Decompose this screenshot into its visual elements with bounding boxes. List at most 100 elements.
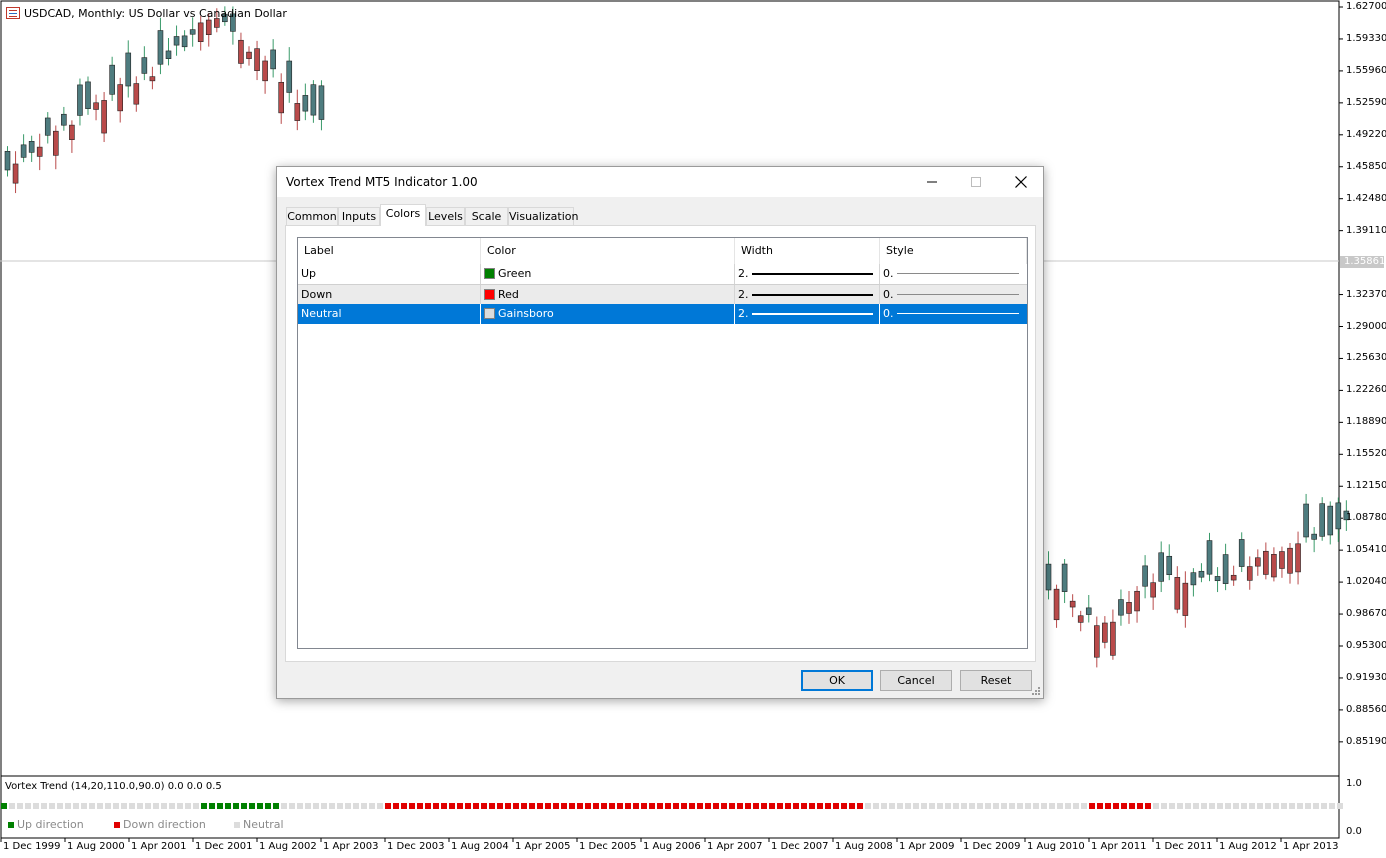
dialog-titlebar[interactable]: Vortex Trend MT5 Indicator 1.00 — [277, 167, 1043, 197]
candle-body — [181, 35, 188, 48]
candle-body — [1311, 533, 1317, 540]
trend-segment — [1329, 803, 1335, 809]
column-header-color[interactable]: Color — [481, 238, 735, 264]
candle-body — [1085, 607, 1092, 615]
trend-segment — [217, 803, 223, 809]
trend-segment — [929, 803, 935, 809]
trend-segment — [1009, 803, 1015, 809]
date-tick-label: 1 Aug 2012 — [1219, 841, 1277, 852]
style-line-preview — [897, 313, 1019, 314]
trend-segment — [313, 803, 319, 809]
date-tick-label: 1 Dec 1999 — [3, 841, 61, 852]
tab-inputs[interactable]: Inputs — [338, 207, 380, 225]
candle-body — [1230, 574, 1237, 581]
price-tick-label: 1.49220 — [1346, 128, 1386, 140]
trend-segment — [337, 803, 343, 809]
price-tick-label: 1.12150 — [1346, 480, 1386, 492]
row-width-cell[interactable]: 2. — [735, 304, 880, 324]
legend-neutral-swatch — [234, 822, 240, 828]
trend-segment — [185, 803, 191, 809]
trend-segment — [1273, 803, 1279, 809]
style-line-preview — [897, 294, 1019, 295]
candle-body — [1045, 563, 1052, 591]
trend-segment — [977, 803, 983, 809]
candle-body — [318, 85, 325, 120]
trend-segment — [497, 803, 503, 809]
minimize-icon — [927, 181, 937, 183]
row-style-cell[interactable]: 0. — [880, 304, 1027, 324]
tab-scale[interactable]: Scale — [465, 207, 508, 225]
tab-levels[interactable]: Levels — [426, 207, 465, 225]
row-color-cell[interactable]: Gainsboro — [481, 304, 735, 324]
candle-body — [1279, 551, 1285, 569]
price-tick-label: 1.59330 — [1346, 32, 1386, 44]
row-color-cell[interactable]: Red — [481, 285, 735, 305]
grid-row-up[interactable]: Up Green 2. 0. — [298, 264, 1027, 284]
candle-body — [28, 140, 35, 153]
date-tick-label: 1 Apr 2005 — [515, 841, 571, 852]
row-color-cell[interactable]: Green — [481, 264, 735, 284]
date-tick-label: 1 Dec 2001 — [195, 841, 253, 852]
trend-segment — [1049, 803, 1055, 809]
ok-button[interactable]: OK — [801, 670, 873, 691]
tab-common[interactable]: Common — [286, 207, 338, 225]
trend-segment — [225, 803, 231, 809]
candle-body — [1118, 599, 1124, 616]
date-tick-label: 1 Apr 2003 — [323, 841, 379, 852]
subwindow-scale-bottom: 0.0 — [1346, 826, 1362, 837]
trend-segment — [1161, 803, 1167, 809]
trend-segment — [625, 803, 631, 809]
trend-segment — [1017, 803, 1023, 809]
reset-button[interactable]: Reset — [960, 670, 1032, 691]
trend-segment — [833, 803, 839, 809]
date-tick-label: 1 Aug 2006 — [643, 841, 701, 852]
candle-body — [1182, 582, 1189, 616]
minimize-button[interactable] — [909, 167, 955, 197]
trend-segment — [265, 803, 271, 809]
candle-body — [1303, 503, 1309, 538]
grid-row-down[interactable]: Down Red 2. 0. — [298, 284, 1027, 305]
row-width-cell[interactable]: 2. — [735, 285, 880, 305]
trend-segment — [969, 803, 975, 809]
price-tick-label: 0.88560 — [1346, 703, 1386, 715]
trend-segment — [297, 803, 303, 809]
trend-segment — [745, 803, 751, 809]
style-line-preview — [897, 273, 1019, 274]
trend-segment — [273, 803, 279, 809]
trend-segment — [681, 803, 687, 809]
date-tick-label: 1 Dec 2007 — [771, 841, 829, 852]
trend-segment — [1089, 803, 1095, 809]
column-header-label[interactable]: Label — [298, 238, 481, 264]
trend-segment — [89, 803, 95, 809]
trend-segment — [953, 803, 959, 809]
tab-colors[interactable]: Colors — [380, 204, 426, 226]
trend-segment — [529, 803, 535, 809]
trend-segment — [193, 803, 199, 809]
trend-segment — [1297, 803, 1303, 809]
cancel-button[interactable]: Cancel — [880, 670, 952, 691]
trend-segment — [1313, 803, 1319, 809]
candle-body — [238, 39, 244, 64]
chart-title: USDCAD, Monthly: US Dollar vs Canadian D… — [24, 7, 287, 20]
row-style-cell[interactable]: 0. — [880, 264, 1027, 284]
column-header-width[interactable]: Width — [735, 238, 880, 264]
tab-visualization[interactable]: Visualization — [508, 207, 578, 225]
close-button[interactable] — [998, 167, 1044, 197]
trend-segment — [353, 803, 359, 809]
candle-body — [1214, 576, 1221, 582]
row-width-cell[interactable]: 2. — [735, 264, 880, 284]
grid-row-neutral[interactable]: Neutral Gainsboro 2. 0. — [298, 304, 1027, 324]
candle-body — [197, 22, 204, 42]
trend-segment — [41, 803, 47, 809]
candle-body — [278, 81, 285, 114]
candle-body — [262, 60, 268, 82]
column-header-style[interactable]: Style — [880, 238, 1027, 264]
resize-grip-icon[interactable] — [1031, 686, 1041, 696]
trend-segment — [1257, 803, 1263, 809]
price-tick-label: 1.32370 — [1346, 288, 1386, 300]
row-style-cell[interactable]: 0. — [880, 285, 1027, 305]
candle-body — [157, 30, 164, 65]
price-tick-label: 1.08780 — [1346, 512, 1386, 524]
trend-segment — [905, 803, 911, 809]
candle-body — [101, 100, 107, 134]
